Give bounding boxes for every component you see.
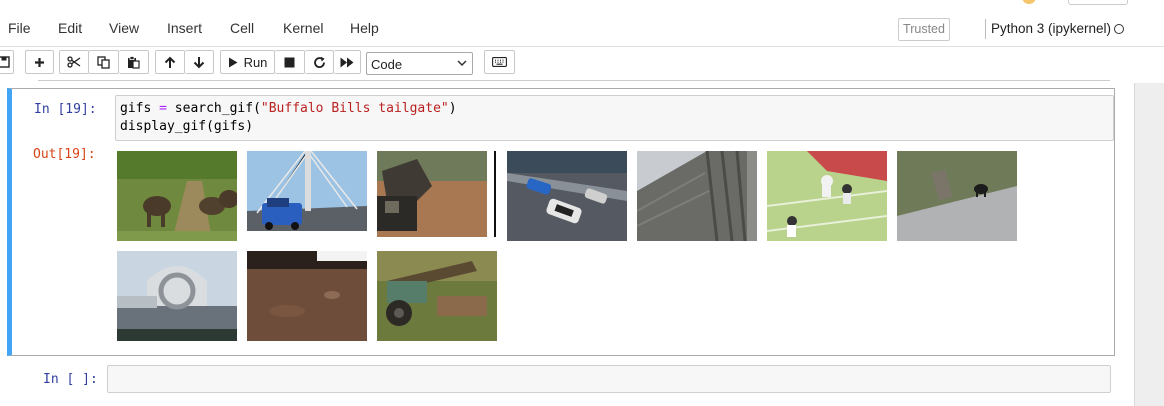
code-editor[interactable]: gifs = search_gif("Buffalo Bills tailgat… <box>115 95 1114 141</box>
gif-thumbnail[interactable] <box>117 151 237 241</box>
stop-icon <box>284 57 295 67</box>
cell-type-select[interactable]: Code <box>366 52 473 75</box>
menu-kernel[interactable]: Kernel <box>283 20 323 36</box>
menu-file[interactable]: File <box>8 20 31 36</box>
gif-thumbnail[interactable] <box>377 251 497 341</box>
notification-icon <box>1022 0 1036 4</box>
paste-button[interactable] <box>119 50 149 74</box>
truck-bridge-image <box>247 151 367 241</box>
menubar: File Edit View Insert Cell Kernel Help T… <box>0 0 1164 47</box>
scissors-icon <box>67 56 81 68</box>
menu-view[interactable]: View <box>109 20 139 36</box>
menu-help[interactable]: Help <box>350 20 379 36</box>
dirt-lot-image <box>247 251 367 341</box>
keyboard-icon <box>492 57 507 67</box>
menu-insert[interactable]: Insert <box>167 20 202 36</box>
cut-button[interactable] <box>59 50 89 74</box>
toolbar: Run <box>0 47 1164 83</box>
gif-thumbnail[interactable] <box>247 251 367 341</box>
save-icon <box>0 56 10 68</box>
copy-button[interactable] <box>89 50 119 74</box>
falkirk-wheel-image <box>117 251 237 341</box>
header-button[interactable] <box>1068 0 1128 5</box>
move-up-button[interactable] <box>155 50 185 74</box>
gif-thumbnail[interactable] <box>117 251 237 341</box>
input-prompt-empty: In [ ]: <box>43 372 98 387</box>
save-button[interactable] <box>0 50 14 74</box>
football-field-image <box>767 151 887 241</box>
code-cell-selected[interactable]: In [19]: gifs = search_gif("Buffalo Bill… <box>7 88 1115 356</box>
restart-button[interactable] <box>305 50 334 74</box>
input-prompt: In [19]: <box>34 102 97 117</box>
cell-type-value: Code <box>371 57 403 72</box>
elephants-image <box>117 151 237 241</box>
plus-icon <box>35 57 44 67</box>
gif-thumbnail[interactable] <box>507 151 627 241</box>
scrollbar-edge <box>1134 83 1135 406</box>
gif-thumbnail[interactable] <box>247 151 367 241</box>
fast-forward-icon <box>340 57 354 67</box>
paste-icon <box>128 55 140 69</box>
kernel-name[interactable]: Python 3 (ipykernel) <box>991 21 1111 36</box>
move-down-button[interactable] <box>185 50 214 74</box>
play-icon <box>228 57 238 67</box>
menu-edit[interactable]: Edit <box>58 20 82 36</box>
kernel-idle-indicator-icon <box>1114 24 1124 34</box>
command-palette-button[interactable] <box>484 50 515 74</box>
run-button[interactable]: Run <box>220 50 275 74</box>
chevron-down-icon <box>457 60 467 67</box>
building-image <box>637 151 757 241</box>
restart-run-all-button[interactable] <box>334 50 361 74</box>
notebook-container: In [19]: gifs = search_gif("Buffalo Bill… <box>0 83 1135 406</box>
copy-icon <box>97 55 110 69</box>
trusted-badge[interactable]: Trusted <box>898 18 950 41</box>
gif-thumbnail[interactable] <box>897 151 1017 241</box>
toolbar-divider-line <box>38 80 1110 81</box>
gif-thumbnail[interactable] <box>377 151 497 241</box>
menu-cell[interactable]: Cell <box>230 20 254 36</box>
scrollbar-track[interactable] <box>1134 83 1164 406</box>
insert-cell-button[interactable] <box>25 50 54 74</box>
gif-thumbnail[interactable] <box>637 151 757 241</box>
empty-code-editor[interactable] <box>107 365 1111 393</box>
code-close-paren: ) <box>448 101 457 116</box>
interrupt-button[interactable] <box>275 50 305 74</box>
excavator-image <box>377 151 497 241</box>
kernel-separator <box>985 19 986 39</box>
code-string: "Buffalo Bills tailgate" <box>260 101 449 116</box>
race-cars-image <box>507 151 627 241</box>
code-call: search_gif( <box>174 101 261 116</box>
gif-thumbnail[interactable] <box>767 151 887 241</box>
output-prompt: Out[19]: <box>33 147 96 162</box>
code-operator: = <box>159 101 167 116</box>
code-line-2: display_gif(gifs) <box>120 119 254 134</box>
code-var: gifs <box>120 101 152 116</box>
bear-image <box>897 151 1017 241</box>
run-label: Run <box>243 54 268 70</box>
arrow-down-icon <box>193 56 205 68</box>
tractor-image <box>377 251 497 341</box>
arrow-up-icon <box>164 56 176 68</box>
restart-icon <box>313 56 325 68</box>
